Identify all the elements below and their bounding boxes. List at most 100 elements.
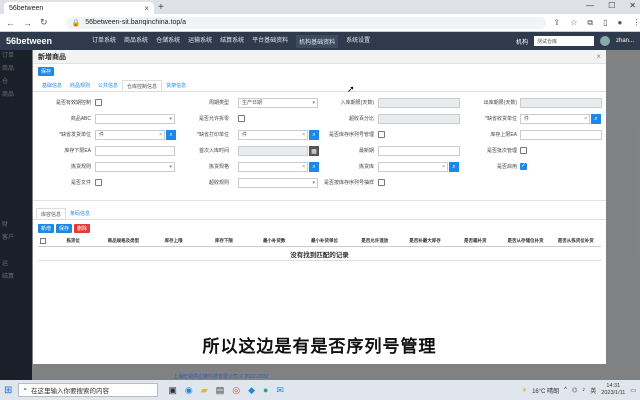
allow-split-checkbox[interactable]: [238, 115, 245, 122]
menu-icon[interactable]: ⋮: [632, 18, 640, 28]
nav-item[interactable]: 平台基础资料: [252, 35, 288, 48]
close-window-icon[interactable]: ✕: [629, 1, 636, 10]
save-row: 保存: [33, 64, 606, 78]
default-receive-unit-input[interactable]: 件 ×: [520, 114, 590, 124]
column-header[interactable]: 拣货位: [48, 238, 98, 244]
field-label: *缺省收货单位: [485, 116, 517, 122]
close-tab-icon[interactable]: ×: [144, 4, 149, 13]
nav-item[interactable]: 仓储系统: [156, 35, 180, 48]
field-label: 拣货规格: [208, 164, 229, 170]
wechat-icon[interactable]: ●: [263, 385, 268, 396]
column-header[interactable]: 是否从存储位补货: [500, 238, 550, 244]
tab-warehouse-control[interactable]: 仓库控制信息: [122, 80, 163, 91]
reload-icon[interactable]: ↻: [40, 17, 48, 28]
avatar[interactable]: [599, 36, 610, 46]
first-inbound-time-input[interactable]: [238, 146, 308, 156]
save-button[interactable]: 保存: [38, 66, 55, 76]
nav-item[interactable]: 运输系统: [188, 35, 212, 48]
profile-icon[interactable]: ●: [618, 18, 623, 28]
tab-shelf-info[interactable]: 货架信息: [162, 80, 190, 91]
tab-product-rules[interactable]: 商品规则: [66, 80, 94, 91]
app-icon[interactable]: ◆: [248, 385, 255, 396]
tab-capacity-info[interactable]: 库容信息: [36, 208, 67, 219]
store-icon[interactable]: ▤: [216, 385, 225, 396]
file-checkbox[interactable]: [95, 179, 102, 186]
taskbar-search[interactable]: ⌕ 在这里输入你要搜索的内容: [18, 383, 159, 397]
maximize-icon[interactable]: ☐: [608, 1, 615, 10]
save-row-button[interactable]: 保存: [56, 224, 73, 233]
nav-item[interactable]: 商品系统: [124, 35, 148, 48]
search-icon[interactable]: ⌕: [591, 114, 601, 124]
form-row: 商品ABC ▾ 是否允许拆零 超收百分比 *缺省收货单位 件 × ⌕: [33, 114, 606, 126]
forward-icon[interactable]: →: [23, 18, 32, 28]
browser-tab[interactable]: 56between ×: [4, 2, 154, 14]
weather-text[interactable]: 16°C 晴朗: [532, 386, 559, 395]
field-label: 是否有效期控制: [55, 100, 91, 106]
column-header[interactable]: 是否补最大库存: [400, 238, 450, 244]
stock-upper-limit-input[interactable]: [520, 130, 602, 140]
default-print-unit-input[interactable]: 件 ×: [238, 130, 308, 140]
column-header[interactable]: 是否箱补货: [450, 238, 500, 244]
new-tab-icon[interactable]: +: [158, 2, 164, 13]
delete-button[interactable]: 删除: [74, 224, 91, 233]
nav-item-active[interactable]: 机构基础资料: [296, 34, 339, 48]
expiry-control-checkbox[interactable]: [95, 99, 102, 106]
field-label: 是否批次管理: [486, 148, 517, 154]
tab-barcode-info[interactable]: 条码信息: [66, 208, 94, 219]
close-icon[interactable]: ×: [596, 52, 601, 61]
column-header[interactable]: 是否从拣货位补货: [551, 238, 601, 244]
default-receive-unit-value: 件: [524, 116, 530, 122]
back-icon[interactable]: ←: [6, 18, 15, 28]
sidebar-toggle-icon[interactable]: ▯: [603, 18, 607, 28]
username[interactable]: zhan...: [616, 38, 634, 44]
column-header[interactable]: 库存下限: [199, 238, 249, 244]
url-field[interactable]: 🔒 56between-sit.banqinchina.top/a: [65, 16, 546, 29]
task-view-icon[interactable]: ▣: [168, 385, 177, 396]
select-all-checkbox[interactable]: [38, 237, 48, 245]
chrome-icon[interactable]: ◎: [232, 385, 240, 396]
batch-management-checkbox[interactable]: [520, 147, 527, 154]
mail-icon[interactable]: ✉: [276, 385, 284, 396]
windows-start-icon[interactable]: ⊞: [4, 385, 12, 396]
tray-chevron-icon[interactable]: ^: [564, 387, 567, 393]
column-header[interactable]: 最小补货单位: [299, 238, 349, 244]
picking-spec-input[interactable]: ×: [238, 162, 308, 172]
clear-icon[interactable]: ×: [584, 115, 587, 123]
column-header[interactable]: 是否允许混放: [350, 238, 400, 244]
column-header[interactable]: 最小补货数: [249, 238, 299, 244]
nav-item[interactable]: 系统设置: [346, 35, 370, 48]
warehouse-select[interactable]: 测试仓库: [533, 36, 594, 46]
field-label: 是否启用: [496, 164, 517, 170]
outbound-days-input[interactable]: [520, 98, 602, 108]
column-header[interactable]: 商品规格及类型: [98, 238, 148, 244]
serial-sampling-checkbox[interactable]: [378, 179, 385, 186]
nav-item[interactable]: 结算系统: [220, 35, 244, 48]
clear-icon[interactable]: ×: [442, 163, 445, 171]
add-product-modal: 新增商品 × 保存 基础信息 商品规则 公共信息 仓库控制信息 货架信息 是否有…: [33, 50, 606, 364]
ime-label[interactable]: 英: [590, 386, 596, 395]
add-button[interactable]: 新增: [38, 224, 55, 233]
field-label: 首次入库时间: [198, 148, 229, 154]
notification-icon[interactable]: ▭: [630, 387, 636, 394]
clock-date: 2023/1/11: [601, 390, 626, 396]
field-label: 商品ABC: [70, 116, 91, 122]
share-icon[interactable]: ⇪: [554, 18, 561, 28]
sub-tabs: 库容信息 条码信息: [33, 208, 606, 220]
default-ship-unit-input[interactable]: 件 ×: [95, 130, 165, 140]
tab-public-info[interactable]: 公共信息: [94, 80, 122, 91]
star-icon[interactable]: ☆: [570, 18, 577, 28]
nav-item[interactable]: 订单系统: [92, 35, 116, 48]
network-icon[interactable]: ⌬: [572, 387, 577, 394]
extensions-icon[interactable]: ⧉: [587, 18, 593, 28]
enabled-checkbox[interactable]: [520, 162, 527, 170]
minimize-icon[interactable]: —: [586, 1, 594, 10]
serial-number-checkbox[interactable]: [378, 131, 385, 138]
column-header[interactable]: 库存上限: [149, 238, 199, 244]
edge-icon[interactable]: ◉: [185, 385, 193, 396]
footer-copyright: 上海旺销供应链科技有限公司 © 2022-2032: [173, 374, 269, 380]
tab-basic-info[interactable]: 基础信息: [38, 80, 66, 91]
volume-icon[interactable]: ♪: [582, 387, 585, 393]
picking-location-input[interactable]: ×: [378, 162, 448, 172]
file-explorer-icon[interactable]: ▰: [201, 385, 208, 396]
clock[interactable]: 14:31 2023/1/11: [601, 383, 625, 397]
